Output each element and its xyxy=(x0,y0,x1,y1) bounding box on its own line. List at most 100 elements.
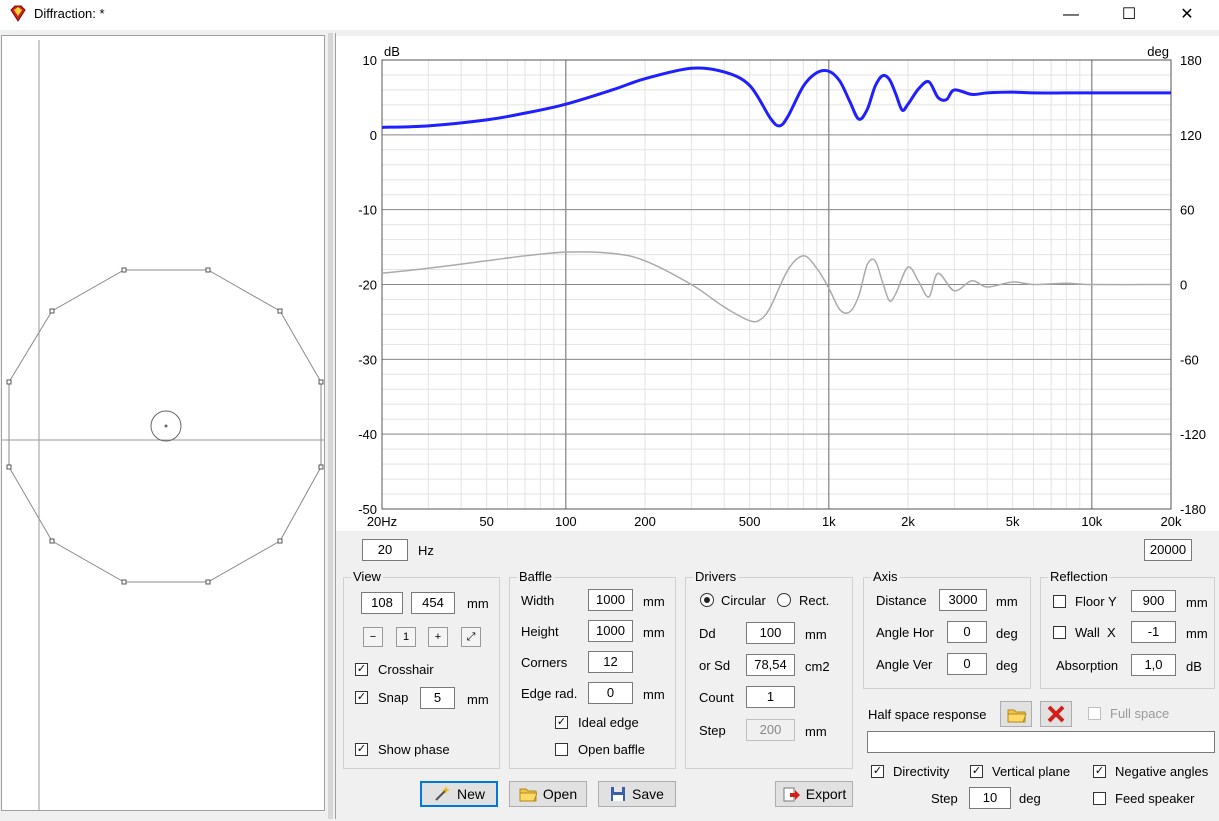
angle-hor-label: Angle Hor xyxy=(876,625,934,640)
delete-x-icon xyxy=(1047,705,1065,723)
rect-radio[interactable] xyxy=(777,593,791,607)
x-tick-label: 100 xyxy=(555,514,577,529)
new-button[interactable]: New xyxy=(420,781,498,807)
width-label: Width xyxy=(521,593,555,608)
directivity-step-input[interactable]: 10 xyxy=(969,787,1011,809)
new-button-label: New xyxy=(456,786,485,802)
freq-min-input[interactable]: 20 xyxy=(362,539,408,561)
show-phase-label: Show phase xyxy=(378,742,450,757)
view-x-input[interactable]: 108 xyxy=(361,592,403,614)
corners-input[interactable]: 12 xyxy=(588,651,633,673)
directivity-step-label: Step xyxy=(931,791,958,806)
zoom-reset-icon[interactable]: 1 xyxy=(396,627,416,647)
angle-ver-input[interactable]: 0 xyxy=(947,653,987,675)
floor-label: Floor Y xyxy=(1075,594,1117,609)
width-input[interactable]: 1000 xyxy=(588,589,633,611)
distance-input[interactable]: 3000 xyxy=(939,589,987,611)
corners-label: Corners xyxy=(521,655,568,670)
feed-speaker-label: Feed speaker xyxy=(1115,791,1195,806)
open-button[interactable]: Open xyxy=(509,781,587,807)
half-space-open-button[interactable] xyxy=(1000,701,1032,727)
minimize-button[interactable]: — xyxy=(1048,0,1094,30)
absorption-input[interactable]: 1,0 xyxy=(1131,654,1176,676)
half-space-clear-button[interactable] xyxy=(1040,701,1072,727)
step-input: 200 xyxy=(746,719,795,741)
x-tick-label: 10k xyxy=(1081,514,1102,529)
crosshair-checkbox[interactable]: ✓ xyxy=(355,663,368,676)
dd-input[interactable]: 100 xyxy=(746,622,795,644)
magnitude-curve xyxy=(381,66,1171,129)
wall-checkbox[interactable] xyxy=(1053,626,1066,639)
dd-label: Dd xyxy=(699,626,716,641)
y-tick-label: 10 xyxy=(363,53,377,68)
distance-label: Distance xyxy=(876,593,927,608)
directivity-checkbox[interactable]: ✓ xyxy=(871,765,884,778)
frequency-response-chart[interactable]: 20Hz 50 100 200 500 1k 2k 5k 10k 20k 10 0 -10 -20 -30-… xyxy=(336,36,1219,531)
wall-label: Wall X xyxy=(1075,625,1116,640)
wall-unit: mm xyxy=(1186,626,1208,641)
edge-radius-input[interactable]: 0 xyxy=(588,682,633,704)
y2-tick-label: 120 xyxy=(1180,128,1202,143)
show-phase-checkbox[interactable]: ✓ xyxy=(355,743,368,756)
x-tick-label: 20k xyxy=(1161,514,1182,529)
floor-checkbox[interactable] xyxy=(1053,595,1066,608)
x-tick-label: 200 xyxy=(634,514,656,529)
snap-unit-label: mm xyxy=(467,692,489,707)
y2-tick-label: -180 xyxy=(1180,502,1206,517)
wall-input[interactable]: -1 xyxy=(1131,621,1176,643)
export-arrow-icon xyxy=(783,787,800,802)
export-button[interactable]: Export xyxy=(775,781,853,807)
open-folder-icon xyxy=(519,788,537,802)
count-label: Count xyxy=(699,690,734,705)
y-axis-label: dB xyxy=(384,44,400,59)
x-tick-label: 2k xyxy=(901,514,915,529)
y2-axis-label: deg xyxy=(1147,44,1169,59)
save-button[interactable]: Save xyxy=(598,781,676,807)
save-disk-icon xyxy=(611,787,626,801)
x-tick-label: 5k xyxy=(1006,514,1020,529)
open-baffle-checkbox[interactable] xyxy=(555,743,568,756)
floor-input[interactable]: 900 xyxy=(1131,590,1176,612)
half-space-file-field[interactable] xyxy=(867,731,1215,753)
sd-input[interactable]: 78,54 xyxy=(746,654,795,676)
maximize-button[interactable]: ☐ xyxy=(1106,0,1152,30)
height-input[interactable]: 1000 xyxy=(588,620,633,642)
y2-tick-label: -120 xyxy=(1180,427,1206,442)
zoom-in-icon[interactable]: + xyxy=(428,627,448,647)
y2-tick-label: 60 xyxy=(1180,203,1194,218)
y-tick-label: -50 xyxy=(358,502,377,517)
snap-checkbox[interactable]: ✓ xyxy=(355,691,368,704)
baffle-shape-drawing xyxy=(2,40,324,810)
edge-unit: mm xyxy=(643,687,665,702)
close-button[interactable]: ✕ xyxy=(1164,0,1210,30)
view-y-input[interactable]: 454 xyxy=(411,592,455,614)
crosshair-label: Crosshair xyxy=(378,662,434,677)
full-space-label: Full space xyxy=(1110,706,1170,721)
baffle-drawing-canvas[interactable] xyxy=(1,35,325,811)
ideal-edge-checkbox[interactable]: ✓ xyxy=(555,716,568,729)
drivers-group-title: Drivers xyxy=(693,569,739,584)
zoom-fit-icon[interactable]: ⤢ xyxy=(461,627,481,647)
driver-center-dot xyxy=(164,424,168,428)
vertical-plane-checkbox[interactable]: ✓ xyxy=(970,765,983,778)
half-space-label: Half space response xyxy=(868,707,987,722)
count-input[interactable]: 1 xyxy=(746,686,795,708)
angle-hor-input[interactable]: 0 xyxy=(947,621,987,643)
zoom-out-icon[interactable]: − xyxy=(363,627,383,647)
feed-speaker-checkbox[interactable] xyxy=(1093,792,1106,805)
floor-unit: mm xyxy=(1186,595,1208,610)
sd-label: or Sd xyxy=(699,658,731,673)
folder-icon xyxy=(1007,709,1027,723)
negative-angles-checkbox[interactable]: ✓ xyxy=(1093,765,1106,778)
reflection-group-title: Reflection xyxy=(1048,569,1110,584)
snap-input[interactable]: 5 xyxy=(420,687,455,709)
freq-unit-label: Hz xyxy=(418,543,434,558)
panel-splitter[interactable] xyxy=(328,33,333,819)
freq-max-input[interactable]: 20000 xyxy=(1144,539,1192,561)
sd-unit: cm2 xyxy=(805,659,830,674)
width-unit: mm xyxy=(643,594,665,609)
height-unit: mm xyxy=(643,625,665,640)
circular-radio[interactable] xyxy=(700,593,714,607)
directivity-label: Directivity xyxy=(893,764,950,779)
y-tick-label: -40 xyxy=(358,427,377,442)
